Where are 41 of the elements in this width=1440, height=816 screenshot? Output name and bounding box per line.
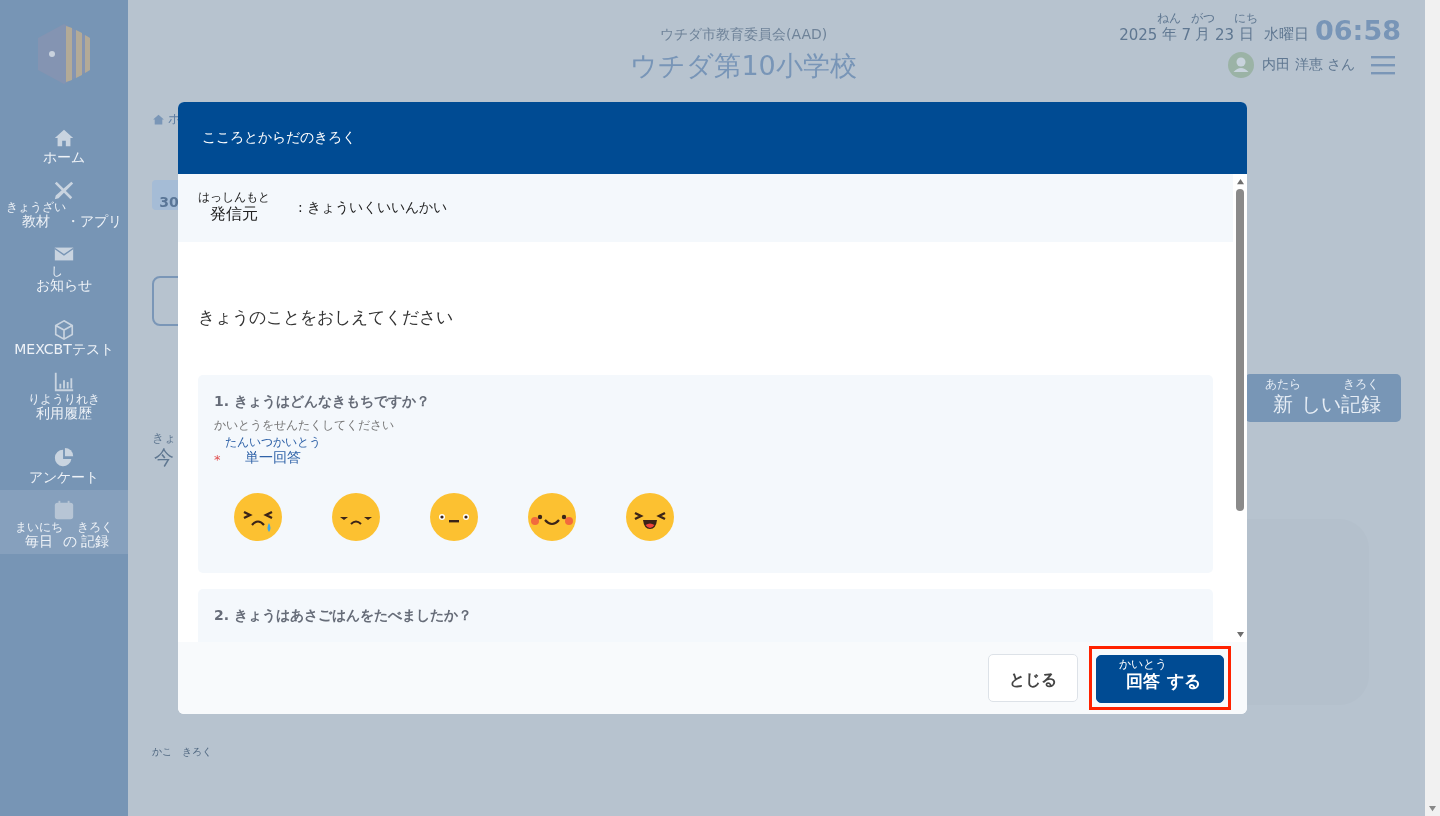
new-record-button[interactable]: あたら 新 しい きろく 記録 [1245,374,1401,422]
sidebar-item[interactable]: MEXCBTテスト [0,298,128,362]
sender-value: : きょういくいいんかい [298,199,448,217]
sidebar-item[interactable]: りようりれき 利用履歴 [0,362,128,426]
sidebar-item[interactable]: きょうざい 教材 ・アプリ [0,170,128,234]
frowning-face-icon[interactable] [332,492,380,541]
section-heading: きょ 今 [152,431,176,472]
required-mark: * [214,451,221,467]
question-title: 1. きょうはどんなきもちですか？ [214,393,430,411]
answer-type-label: たんいつかいとう 単一回答 [224,436,321,467]
organization-name: ウチダ市教育委員会(AAD) [660,26,828,44]
laughing-face-icon[interactable] [626,492,674,541]
calendar-icon [53,498,75,521]
scroll-down-icon[interactable] [1428,805,1437,812]
weekday-text: 水曜日 [1264,24,1310,44]
prompt-text: きょうのことをおしえてください [198,306,454,329]
sidebar-item[interactable]: アンケート [0,426,128,490]
ruby-text: かこ きろく [152,745,212,760]
scroll-up-icon[interactable] [1235,178,1245,185]
menu-icon[interactable] [1371,54,1395,75]
sidebar-item[interactable]: ホーム [0,106,128,170]
dialog-title: こころとからだのきろく [202,129,356,147]
neutral-face-icon[interactable] [430,492,478,541]
date-text: 2025 ねん 年 7 がつ 月 23 にち 日 [1119,12,1259,44]
question-hint: かいとうをせんたくしてください [214,417,394,434]
sidebar-item[interactable]: まいにち 毎日 の きろく 記録 [0,490,128,554]
page-scrollbar[interactable] [1425,0,1440,816]
close-button[interactable]: とじる [988,654,1078,702]
submit-button[interactable]: かいとう 回答 する [1096,655,1224,704]
crying-face-icon[interactable] [234,492,282,541]
question-title: 2. きょうはあさごはんをたべましたか？ [214,606,472,625]
bar-chart-icon [53,370,75,393]
cube-icon [53,319,75,342]
clock-time: 06:58 [1315,16,1401,44]
school-name: ウチダ第10小学校 [630,49,857,83]
user-name: 内田 洋恵 さん [1262,55,1355,74]
sidebar-item[interactable]: お し 知 らせ [0,234,128,298]
smiling-face-icon[interactable] [528,492,576,541]
sender-label: はっしんもと 発信元 [198,191,270,225]
scroll-down-icon[interactable] [1235,631,1245,638]
home-icon [152,112,165,126]
